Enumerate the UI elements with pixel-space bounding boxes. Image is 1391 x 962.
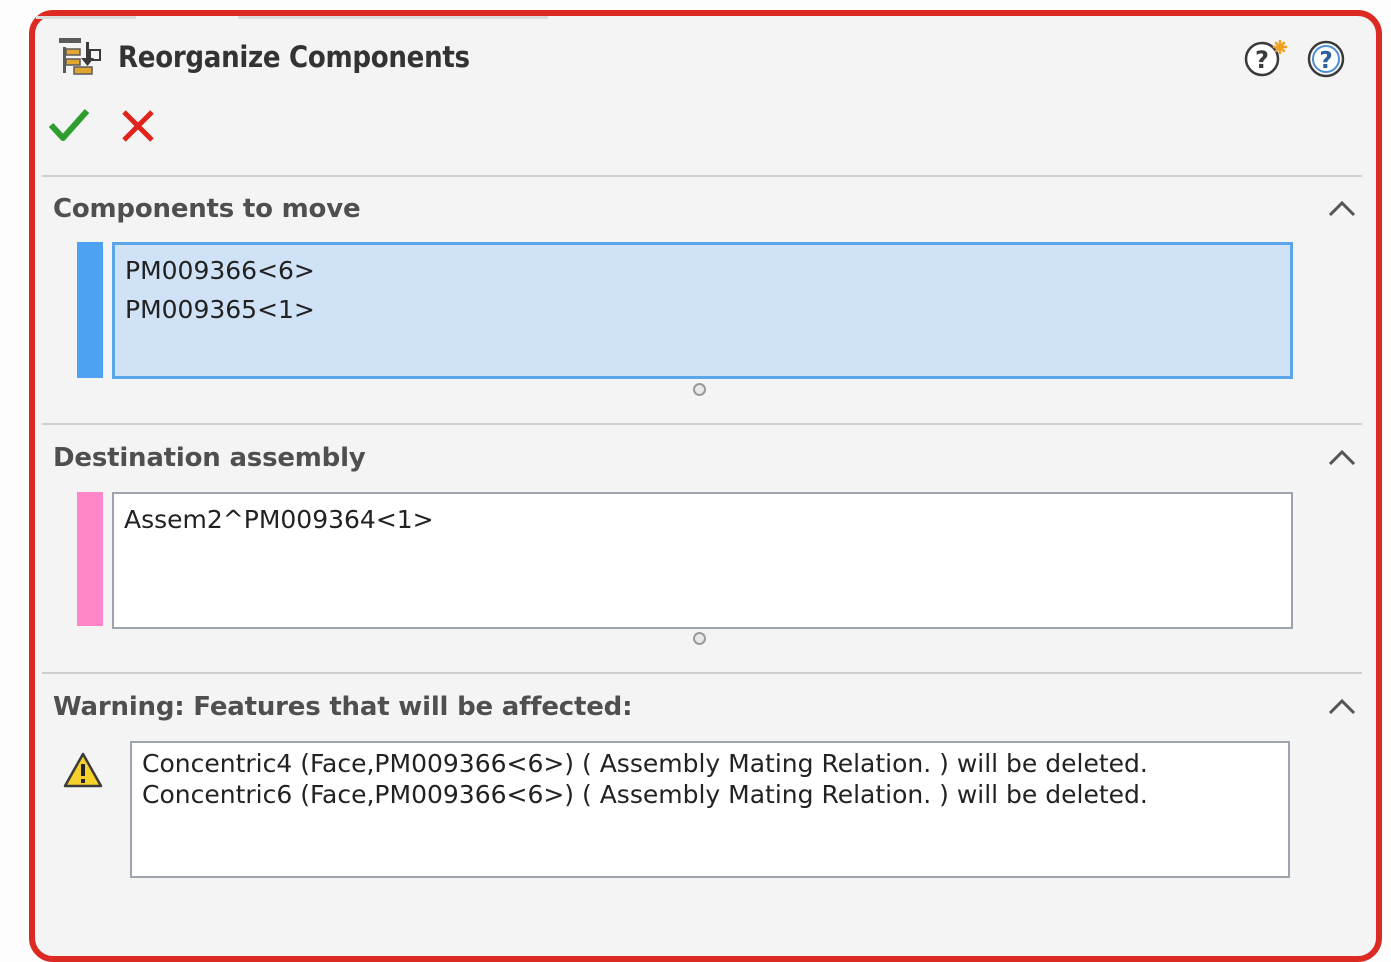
list-item[interactable]: Assem2^PM009364<1>	[124, 500, 1281, 539]
check-icon[interactable]	[48, 105, 90, 145]
affected-features-list[interactable]: Concentric4 (Face,PM009366<6>) ( Assembl…	[130, 741, 1290, 878]
chevron-up-icon[interactable]	[1326, 696, 1358, 718]
resize-handle[interactable]	[693, 383, 706, 396]
section-divider	[42, 672, 1362, 674]
page-title: Reorganize Components	[118, 40, 470, 74]
selection-color-swatch	[77, 492, 103, 626]
close-icon[interactable]	[120, 108, 156, 144]
help-icon[interactable]: ?	[1306, 39, 1346, 79]
chevron-up-icon[interactable]	[1326, 447, 1358, 469]
chevron-up-icon[interactable]	[1326, 198, 1358, 220]
section-divider	[42, 175, 1362, 177]
section-divider	[42, 423, 1362, 425]
tab-strip-segment	[238, 16, 548, 19]
tab-strip-segment	[36, 16, 136, 19]
list-item[interactable]: PM009365<1>	[125, 290, 1280, 329]
section-title-components[interactable]: Components to move	[53, 194, 361, 224]
section-title-destination[interactable]: Destination assembly	[53, 443, 366, 473]
reorganize-components-icon	[59, 38, 101, 75]
list-item[interactable]: PM009366<6>	[125, 251, 1280, 290]
section-title-warning[interactable]: Warning: Features that will be affected:	[53, 692, 632, 722]
whats-new-help-icon[interactable]: ?	[1242, 38, 1290, 78]
warning-icon	[63, 752, 103, 788]
selection-color-swatch	[77, 242, 103, 378]
resize-handle[interactable]	[693, 632, 706, 645]
destination-assembly-list[interactable]: Assem2^PM009364<1>	[112, 492, 1293, 629]
list-item: Concentric4 (Face,PM009366<6>) ( Assembl…	[142, 749, 1148, 778]
components-to-move-list[interactable]: PM009366<6> PM009365<1>	[112, 242, 1293, 379]
list-item: Concentric6 (Face,PM009366<6>) ( Assembl…	[142, 780, 1148, 809]
svg-text:?: ?	[1319, 48, 1332, 74]
svg-text:?: ?	[1255, 46, 1269, 74]
